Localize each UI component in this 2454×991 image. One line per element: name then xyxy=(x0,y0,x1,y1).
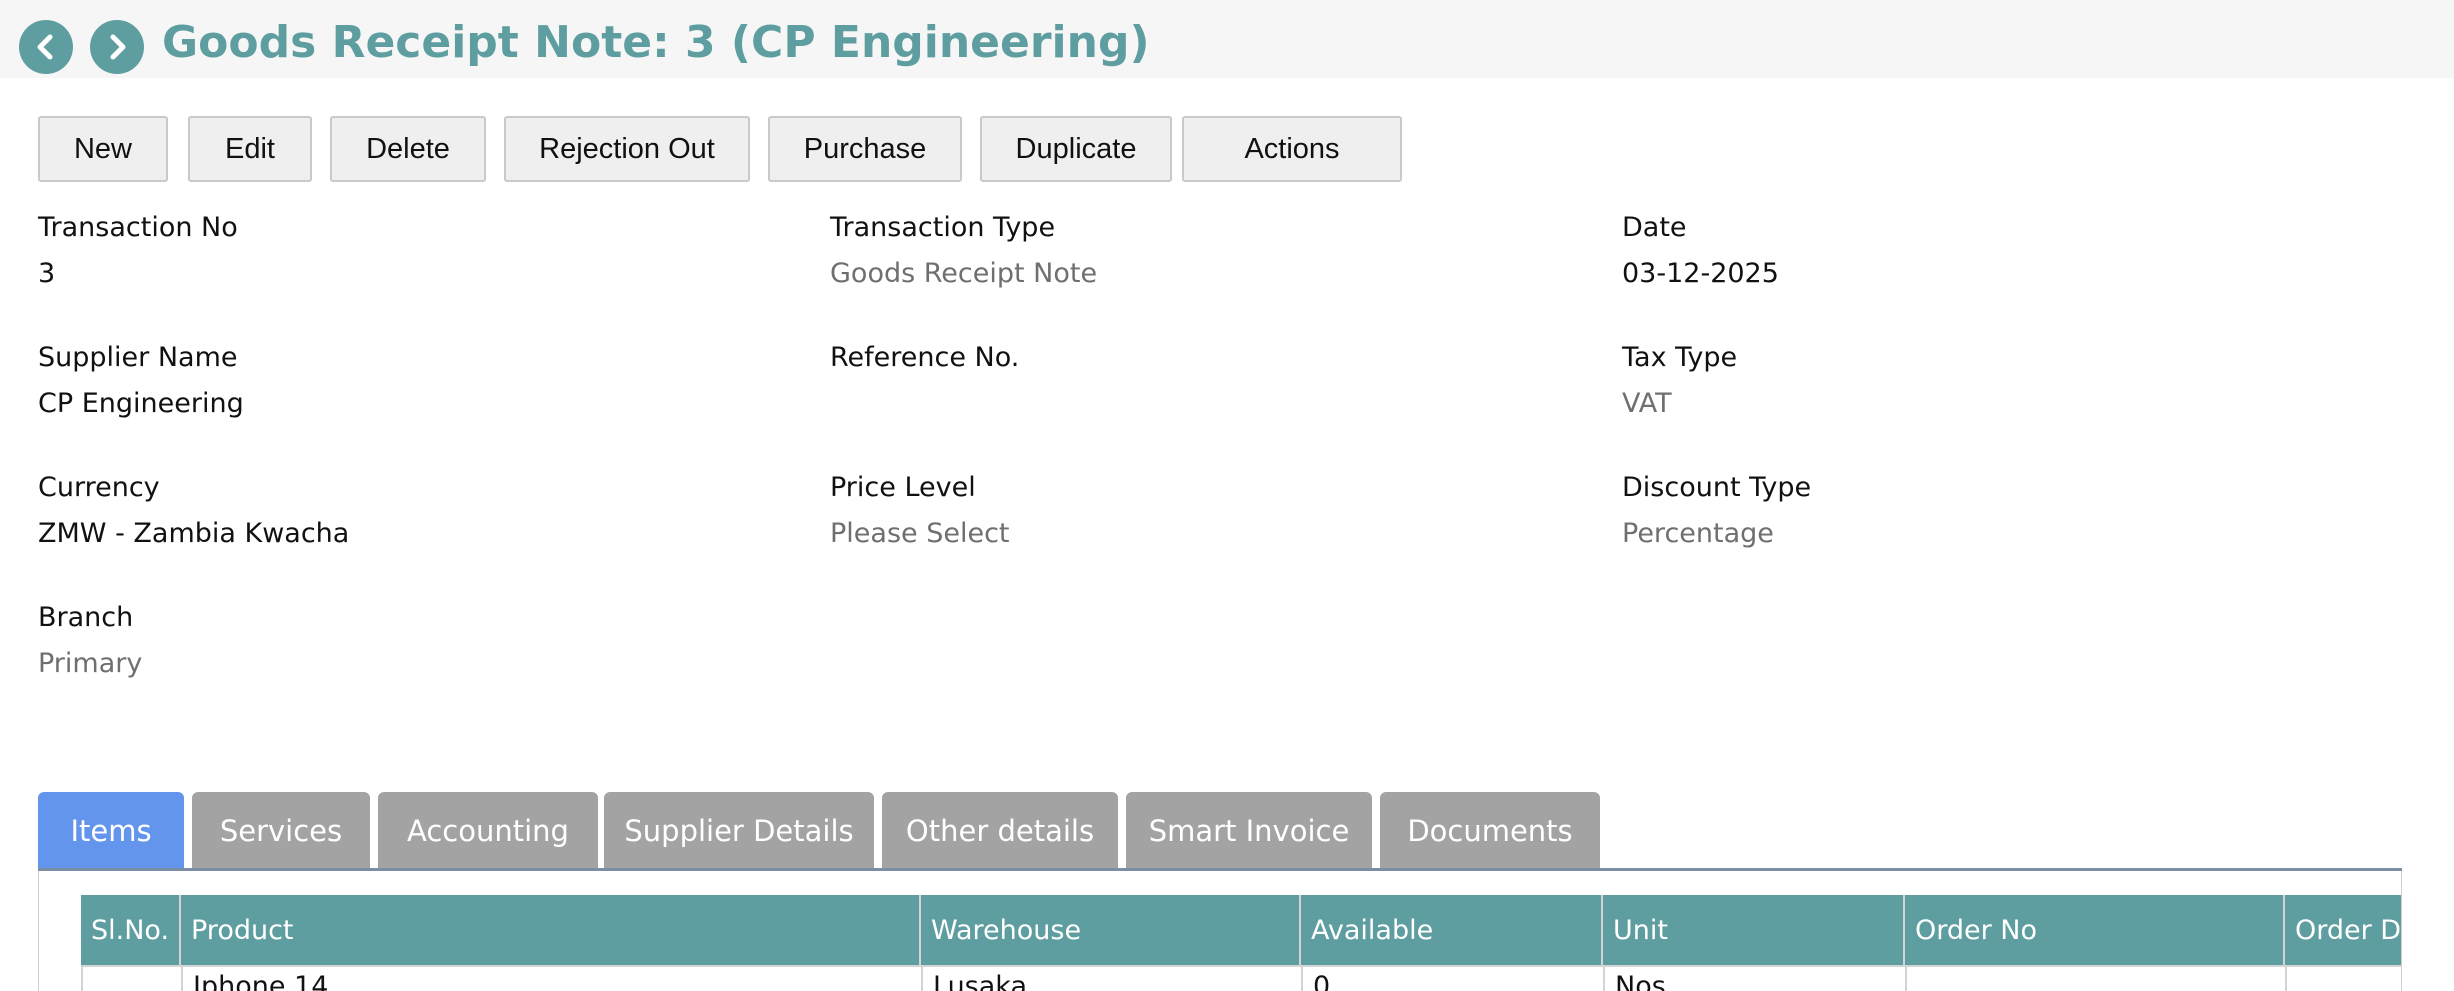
transaction-type-value: Goods Receipt Note xyxy=(830,258,1098,289)
date-label: Date xyxy=(1622,212,1687,243)
column-header-product[interactable]: Product xyxy=(181,895,921,965)
cell-warehouse: Lusaka xyxy=(923,967,1303,991)
page-title: Goods Receipt Note: 3 (CP Engineering) xyxy=(162,17,1150,68)
supplier-name-value: CP Engineering xyxy=(38,388,244,419)
column-header-unit[interactable]: Unit xyxy=(1603,895,1905,965)
chevron-left-icon xyxy=(37,34,53,60)
transaction-type-label: Transaction Type xyxy=(830,212,1056,243)
column-header-available[interactable]: Available xyxy=(1301,895,1603,965)
cell-order-date xyxy=(2287,967,2401,991)
tab-other-details[interactable]: Other details xyxy=(882,792,1118,870)
column-header-order-date[interactable]: Order Da xyxy=(2285,895,2401,965)
tab-smart-invoice[interactable]: Smart Invoice xyxy=(1126,792,1372,870)
cell-product: Iphone 14 xyxy=(183,967,923,991)
edit-button[interactable]: Edit xyxy=(188,116,312,182)
tab-accounting[interactable]: Accounting xyxy=(378,792,598,870)
branch-value: Primary xyxy=(38,648,143,679)
price-level-value: Please Select xyxy=(830,518,1010,549)
currency-value: ZMW - Zambia Kwacha xyxy=(38,518,350,549)
delete-button[interactable]: Delete xyxy=(330,116,486,182)
chevron-right-icon xyxy=(110,34,126,60)
tax-type-label: Tax Type xyxy=(1622,342,1738,373)
tab-documents[interactable]: Documents xyxy=(1380,792,1600,870)
items-tab-panel: Sl.No. Product Warehouse Available Unit … xyxy=(38,871,2402,991)
date-value: 03-12-2025 xyxy=(1622,258,1779,289)
purchase-button[interactable]: Purchase xyxy=(768,116,962,182)
transaction-no-label: Transaction No xyxy=(38,212,238,243)
branch-label: Branch xyxy=(38,602,134,633)
tab-services[interactable]: Services xyxy=(192,792,370,870)
reference-no-label: Reference No. xyxy=(830,342,1020,373)
duplicate-button[interactable]: Duplicate xyxy=(980,116,1172,182)
price-level-label: Price Level xyxy=(830,472,976,503)
column-header-warehouse[interactable]: Warehouse xyxy=(921,895,1301,965)
table-row[interactable]: Iphone 14 Lusaka 0 Nos xyxy=(81,965,2401,991)
discount-type-value: Percentage xyxy=(1622,518,1774,549)
next-record-button[interactable] xyxy=(90,20,144,74)
cell-available: 0 xyxy=(1303,967,1605,991)
column-header-sl-no[interactable]: Sl.No. xyxy=(81,895,181,965)
items-table-header: Sl.No. Product Warehouse Available Unit … xyxy=(81,895,2401,965)
new-button[interactable]: New xyxy=(38,116,168,182)
tab-supplier-details[interactable]: Supplier Details xyxy=(604,792,874,870)
discount-type-label: Discount Type xyxy=(1622,472,1812,503)
actions-button[interactable]: Actions xyxy=(1182,116,1402,182)
previous-record-button[interactable] xyxy=(19,20,73,74)
supplier-name-label: Supplier Name xyxy=(38,342,238,373)
rejection-out-button[interactable]: Rejection Out xyxy=(504,116,750,182)
cell-sl-no xyxy=(83,967,183,991)
cell-unit: Nos xyxy=(1605,967,1907,991)
currency-label: Currency xyxy=(38,472,160,503)
tax-type-value: VAT xyxy=(1622,388,1672,419)
column-header-order-no[interactable]: Order No xyxy=(1905,895,2285,965)
transaction-no-value: 3 xyxy=(38,258,56,289)
tab-items[interactable]: Items xyxy=(38,792,184,870)
cell-order-no xyxy=(1907,967,2287,991)
